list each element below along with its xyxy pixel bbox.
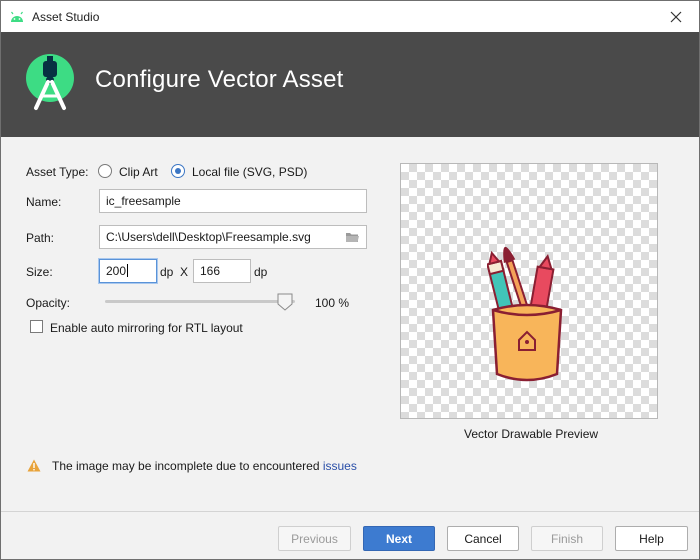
next-button[interactable]: Next bbox=[363, 526, 435, 551]
android-studio-logo bbox=[26, 54, 74, 110]
name-label: Name: bbox=[26, 195, 62, 209]
name-field[interactable]: ic_freesample bbox=[99, 189, 367, 213]
finish-button[interactable]: Finish bbox=[531, 526, 603, 551]
close-button[interactable] bbox=[653, 1, 699, 32]
opacity-slider-track[interactable] bbox=[105, 300, 295, 303]
path-field-value: C:\Users\dell\Desktop\Freesample.svg bbox=[106, 230, 311, 244]
cancel-button[interactable]: Cancel bbox=[447, 526, 519, 551]
close-icon bbox=[670, 11, 682, 22]
warning-text: The image may be incomplete due to encou… bbox=[52, 459, 323, 473]
folder-icon[interactable] bbox=[345, 231, 360, 243]
size-label: Size: bbox=[26, 265, 53, 279]
opacity-label: Opacity: bbox=[26, 296, 71, 310]
radio-local-file[interactable] bbox=[171, 164, 185, 178]
width-unit: dp bbox=[160, 265, 174, 279]
form-area: Asset Type: Clip Art Local file (SVG, PS… bbox=[1, 137, 699, 511]
path-field[interactable]: C:\Users\dell\Desktop\Freesample.svg bbox=[99, 225, 367, 249]
radio-clip-art-label[interactable]: Clip Art bbox=[119, 165, 158, 179]
rtl-mirroring-label[interactable]: Enable auto mirroring for RTL layout bbox=[50, 321, 243, 335]
radio-clip-art[interactable] bbox=[98, 164, 112, 178]
warning-message: The image may be incomplete due to encou… bbox=[52, 459, 357, 473]
height-unit: dp bbox=[254, 265, 268, 279]
width-field[interactable]: 200 bbox=[99, 259, 157, 283]
header-banner: Configure Vector Asset bbox=[1, 32, 699, 137]
page-title: Configure Vector Asset bbox=[95, 66, 344, 93]
opacity-slider-thumb[interactable] bbox=[277, 293, 293, 311]
preview-caption: Vector Drawable Preview bbox=[464, 427, 599, 441]
button-bar: Previous Next Cancel Finish Help bbox=[1, 511, 699, 559]
android-icon bbox=[11, 11, 23, 22]
help-button[interactable]: Help bbox=[615, 526, 688, 551]
warning-icon bbox=[27, 459, 41, 472]
name-field-value: ic_freesample bbox=[106, 194, 181, 208]
opacity-value: 100 % bbox=[315, 296, 350, 310]
height-field-value: 166 bbox=[200, 264, 221, 278]
height-field[interactable]: 166 bbox=[193, 259, 251, 283]
asset-studio-window: Asset Studio Configure Vector Asset Asse… bbox=[0, 0, 700, 560]
pencil-cup-image bbox=[487, 246, 563, 382]
issues-link[interactable]: issues bbox=[323, 459, 357, 473]
radio-local-file-label[interactable]: Local file (SVG, PSD) bbox=[192, 165, 307, 179]
previous-button[interactable]: Previous bbox=[278, 526, 351, 551]
path-label: Path: bbox=[26, 231, 55, 245]
title-bar: Asset Studio bbox=[1, 1, 699, 32]
window-title: Asset Studio bbox=[32, 10, 100, 24]
rtl-mirroring-checkbox[interactable] bbox=[30, 320, 43, 333]
asset-type-label: Asset Type: bbox=[26, 165, 89, 179]
width-field-value: 200 bbox=[106, 264, 127, 278]
size-separator: X bbox=[180, 265, 189, 279]
vector-preview bbox=[400, 163, 658, 419]
